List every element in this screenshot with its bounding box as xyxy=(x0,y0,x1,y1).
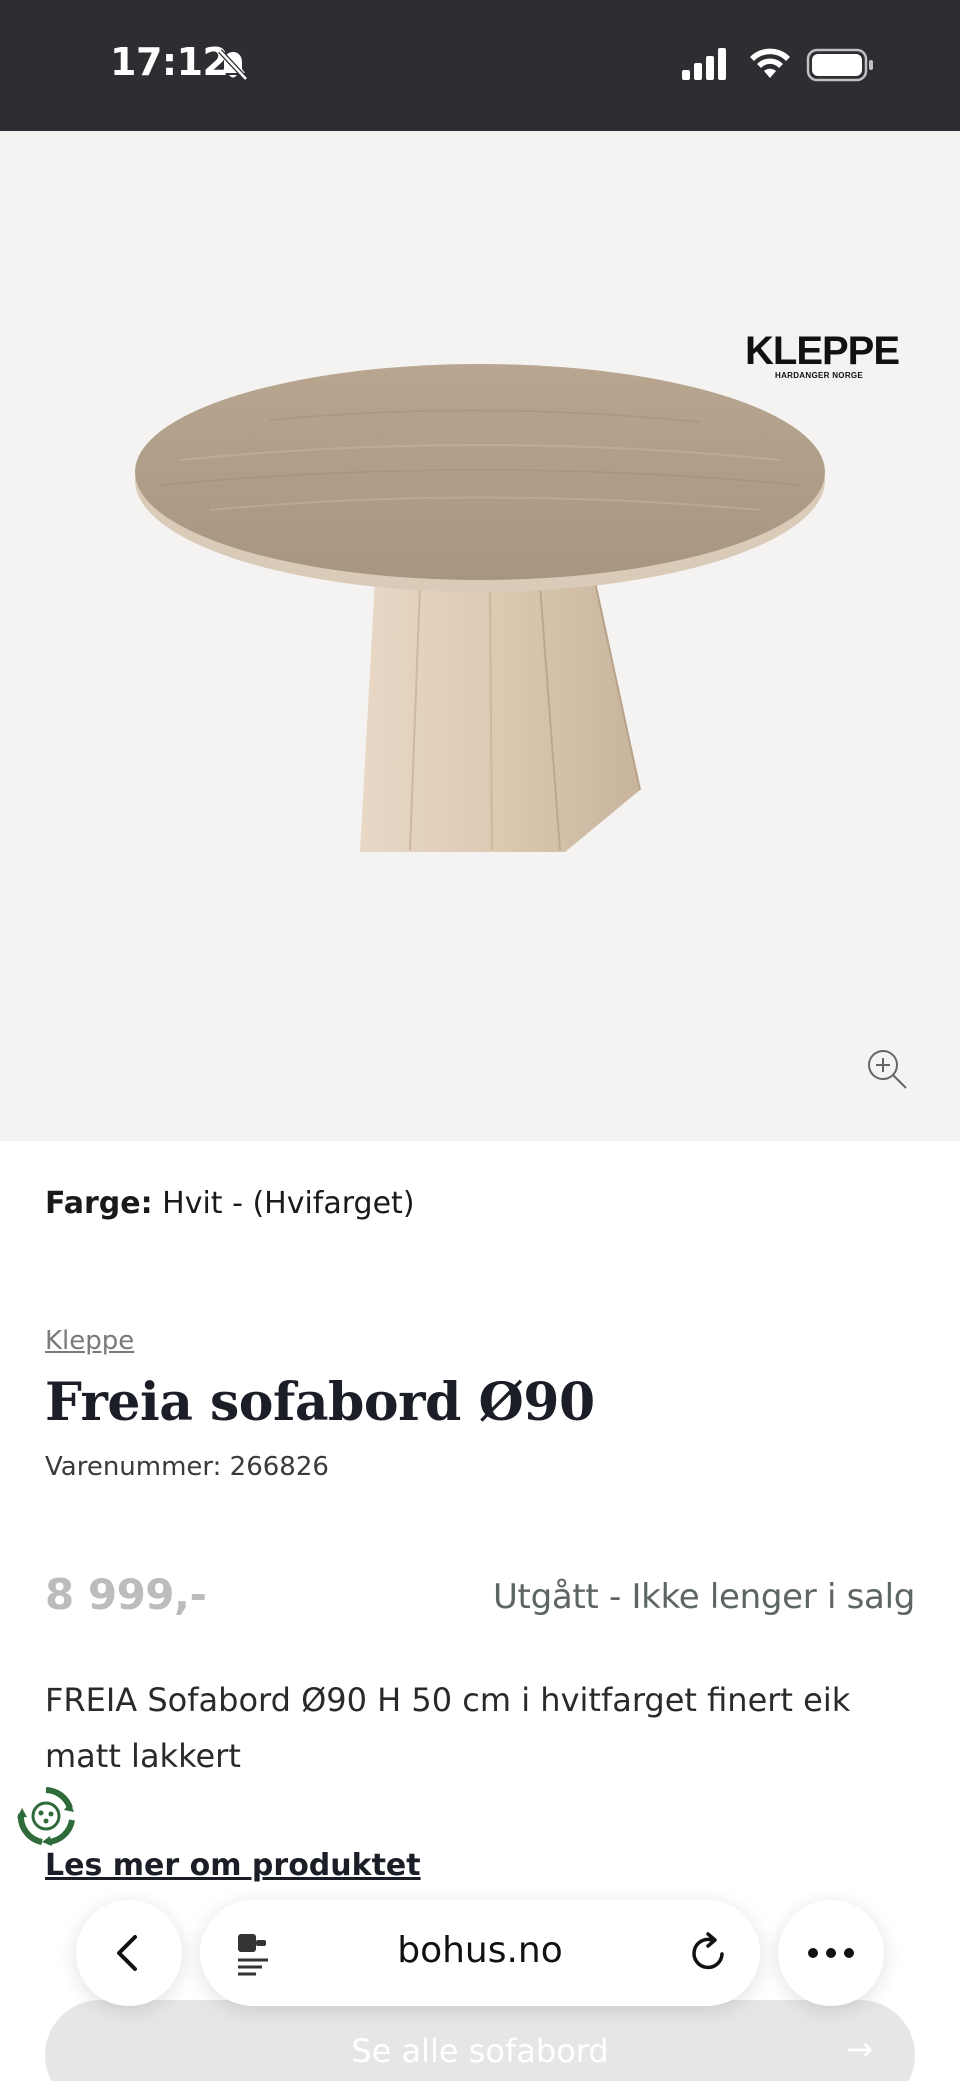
reload-icon[interactable] xyxy=(688,1932,730,1974)
availability-status: Utgått - Ikke lenger i salg xyxy=(492,1577,915,1617)
zoom-in-icon[interactable] xyxy=(864,1046,910,1092)
color-label: Farge: xyxy=(45,1186,153,1221)
url-text: bohus.no xyxy=(397,1930,563,1971)
status-bar: 17:12 xyxy=(0,0,960,131)
brand-link[interactable]: Kleppe xyxy=(45,1326,134,1356)
address-bar[interactable]: bohus.no xyxy=(200,1900,760,2006)
more-icon xyxy=(808,1948,854,1958)
color-selection: Farge: Hvit - (Hvifarget) xyxy=(45,1186,415,1221)
more-options-button[interactable] xyxy=(778,1900,884,2006)
battery-icon xyxy=(806,48,873,82)
status-time: 17:12 xyxy=(110,40,229,84)
see-all-label: Se alle sofabord xyxy=(351,2032,609,2070)
back-icon xyxy=(117,1935,137,1971)
back-button[interactable] xyxy=(76,1900,182,2006)
product-description: FREIA Sofabord Ø90 H 50 cm i hvitfarget … xyxy=(45,1681,851,1775)
arrow-right-icon: → xyxy=(846,2030,873,2068)
wifi-icon xyxy=(750,48,790,78)
recycle-icon[interactable] xyxy=(14,1784,78,1848)
price: 8 999,- xyxy=(45,1570,207,1619)
color-value: Hvit - (Hvifarget) xyxy=(162,1186,415,1221)
cellular-signal-icon xyxy=(682,48,726,80)
browser-toolbar: bohus.no xyxy=(0,1880,960,2020)
product-title: Freia sofabord Ø90 xyxy=(45,1372,595,1433)
read-more-link[interactable]: Les mer om produktet xyxy=(45,1848,421,1883)
bell-slash-icon xyxy=(218,49,248,81)
product-photo xyxy=(135,364,825,852)
sku-number: Varenummer: 266826 xyxy=(45,1452,329,1482)
